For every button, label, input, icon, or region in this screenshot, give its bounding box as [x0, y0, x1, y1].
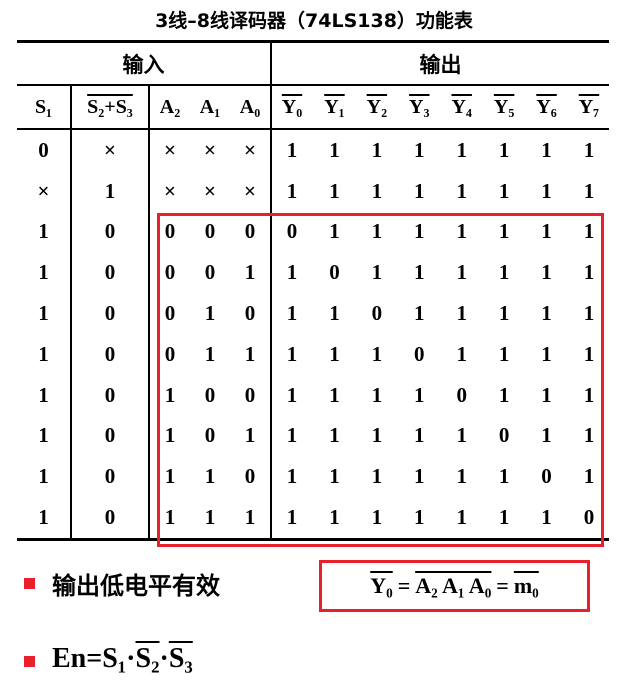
- cell-s1: 1: [17, 415, 72, 457]
- cell-y: 1: [583, 137, 595, 162]
- cell-a: ×: [244, 178, 256, 203]
- cell-a: ×: [164, 178, 176, 203]
- col-header-s1: S₁: [17, 85, 72, 130]
- cell-s2-s3: 1: [71, 170, 150, 212]
- cell-y: 1: [329, 137, 340, 162]
- cell-y: 1: [329, 178, 340, 203]
- cell-a: ×: [204, 137, 216, 162]
- cell-s1: 1: [17, 211, 72, 253]
- cell-s1: 1: [17, 252, 72, 294]
- col-header-a: A₀: [239, 95, 261, 118]
- cell-y: 1: [583, 178, 595, 203]
- table-row: × 1 × × × 1 1 1 1 1 1 1 1: [17, 170, 609, 212]
- col-header-y: Y₁: [324, 95, 345, 118]
- col-header-outputs: Y₀ Y₁ Y₂ Y₃ Y₄ Y₅ Y₆ Y₇: [271, 85, 610, 130]
- col-header-y: Y₆: [536, 95, 557, 118]
- cell-a: ×: [244, 137, 256, 162]
- cell-s1: 1: [17, 456, 72, 498]
- formula-rhs: m₀: [513, 573, 539, 598]
- cell-s1: 0: [17, 129, 72, 171]
- bullet-marker: [24, 656, 35, 667]
- cell-y: 1: [498, 178, 510, 203]
- cell-y: 1: [414, 178, 425, 203]
- col-header-a: A₁: [199, 95, 221, 118]
- cell-address: × × ×: [149, 129, 273, 171]
- col-header-address: A₂ A₁ A₀: [149, 85, 273, 130]
- col-header-s2-s3: S₂+S₃: [71, 85, 150, 130]
- cell-outputs: 1 1 1 1 1 1 1 1: [271, 171, 609, 212]
- cell-s1: 1: [17, 333, 72, 375]
- inputs-group-header: 输入: [17, 40, 273, 86]
- cell-s2-s3: ×: [71, 129, 150, 171]
- formula-box: Y₀ = A₂ A₁ A₀ = m₀: [319, 560, 590, 612]
- cell-outputs: 1 1 1 1 1 1 1 1: [271, 129, 609, 171]
- cell-s2-s3: 0: [71, 252, 150, 294]
- cell-s2-s3: 0: [71, 211, 150, 253]
- enable-equation: En=S₁·S₂·S₃: [52, 643, 193, 674]
- cell-s2-s3: 0: [71, 333, 150, 375]
- cell-y: 1: [286, 137, 298, 162]
- col-header-y: Y₀: [281, 95, 303, 118]
- cell-y: 1: [286, 178, 298, 203]
- cell-s1: 1: [17, 374, 72, 416]
- cell-s2-s3: 0: [71, 374, 150, 416]
- cell-a: ×: [164, 137, 176, 162]
- page-title: 3线–8线译码器（74LS138）功能表: [155, 10, 473, 32]
- col-header-y: Y₄: [451, 95, 472, 118]
- cell-y: 1: [414, 137, 425, 162]
- cell-y: 1: [371, 178, 383, 203]
- cell-a: ×: [204, 178, 216, 203]
- formula-lhs: Y₀: [370, 573, 393, 598]
- col-header-y: Y₇: [578, 95, 600, 118]
- table-row: 0 × × × × 1 1 1 1 1 1 1 1: [17, 129, 609, 171]
- formula-mid: A₂ A₁ A₀: [415, 573, 492, 598]
- cell-s1: 1: [17, 497, 72, 541]
- cell-y: 1: [456, 137, 467, 162]
- cell-s1: 1: [17, 293, 72, 334]
- cell-s2-s3: 0: [71, 497, 150, 541]
- cell-s1: ×: [17, 170, 72, 212]
- col-header-y: Y₃: [409, 95, 430, 118]
- active-low-note: 输出低电平有效: [52, 572, 220, 600]
- outputs-group-header: 输出: [271, 40, 610, 86]
- cell-s2-s3: 0: [71, 456, 150, 498]
- cell-y: 1: [456, 178, 467, 203]
- cell-y: 1: [371, 137, 383, 162]
- col-header-y: Y₅: [493, 95, 515, 118]
- cell-address: × × ×: [149, 170, 273, 212]
- col-header-y: Y₂: [366, 95, 388, 118]
- col-header-s2-s3-label: S₂+S₃: [87, 95, 133, 118]
- cell-y: 1: [541, 137, 552, 162]
- cell-y: 1: [541, 178, 552, 203]
- bullet-marker: [24, 578, 35, 589]
- cell-s2-s3: 0: [71, 415, 150, 457]
- col-header-a: A₂: [159, 95, 181, 118]
- valid-decode-highlight-box: [157, 213, 604, 547]
- cell-y: 1: [498, 137, 510, 162]
- cell-s2-s3: 0: [71, 293, 150, 334]
